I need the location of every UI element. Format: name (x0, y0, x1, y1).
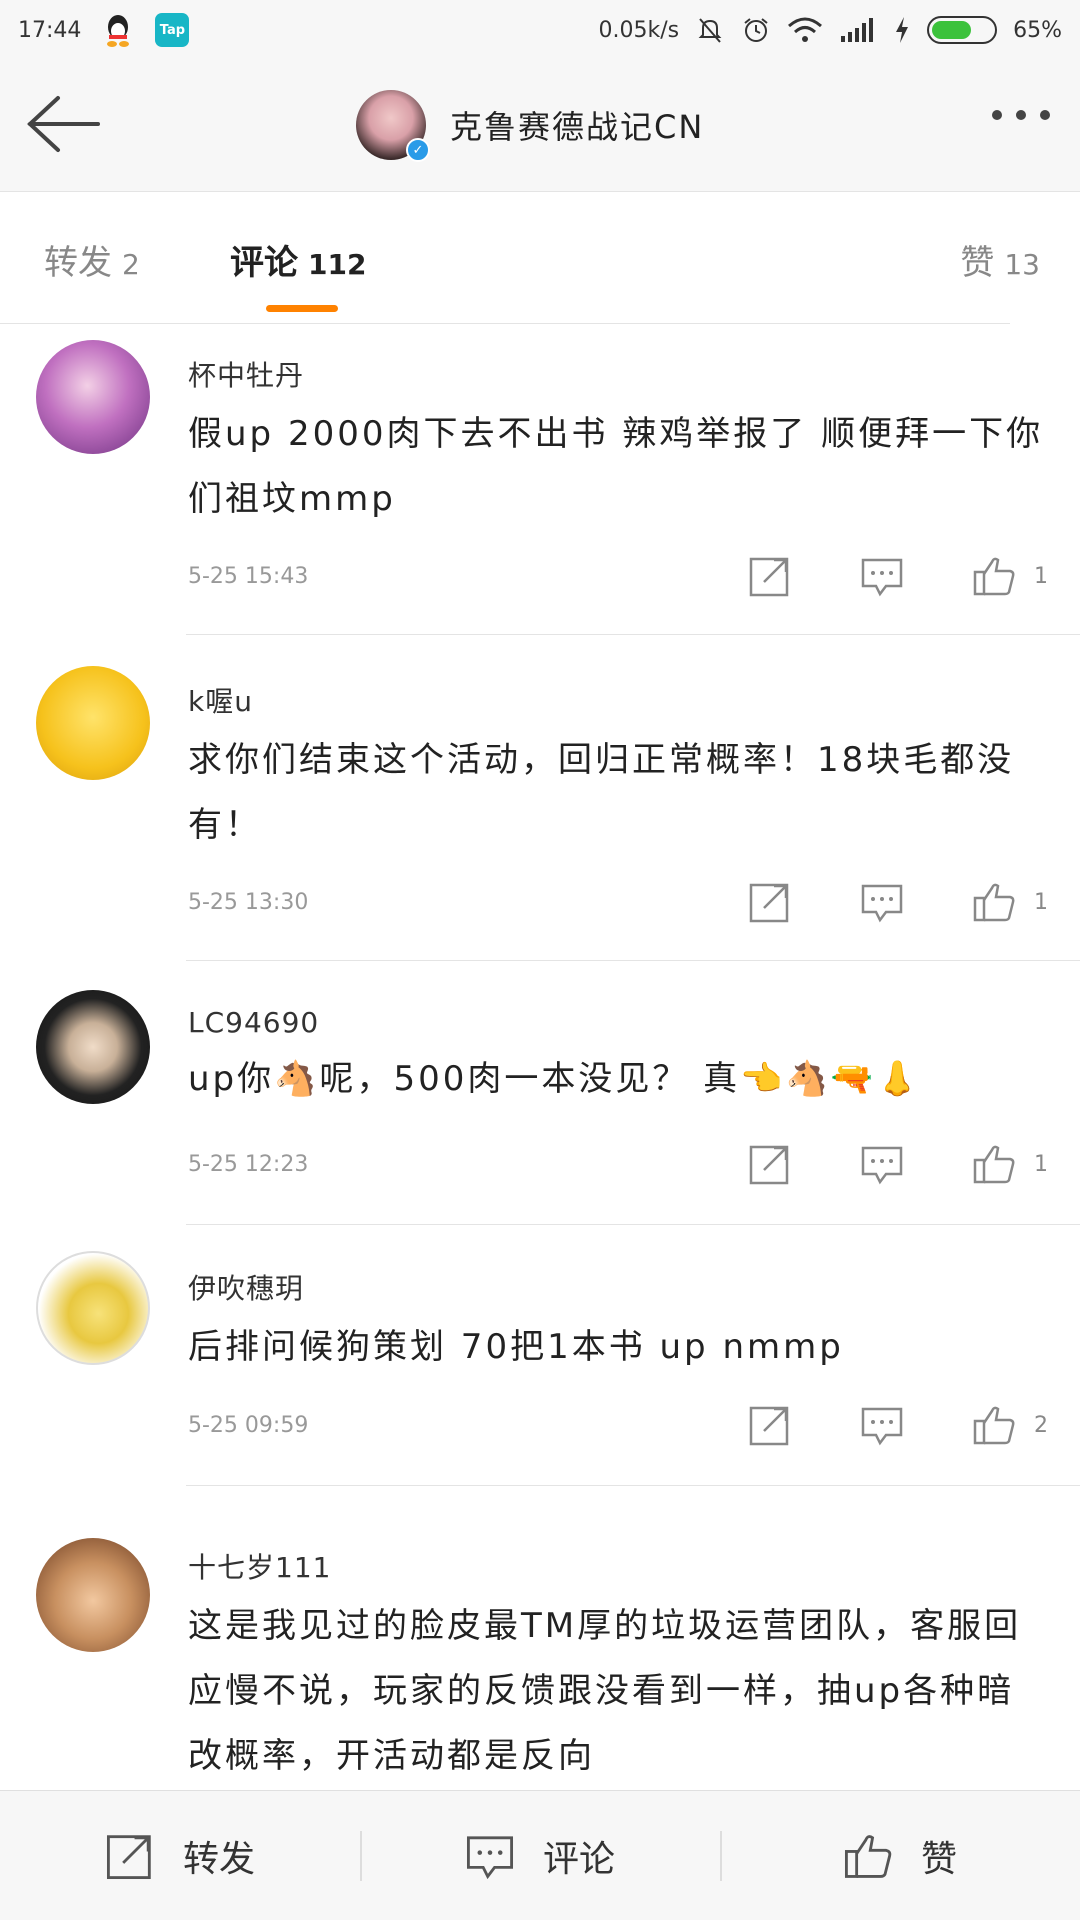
comment-label: 评论 (542, 1838, 615, 1880)
tab-like[interactable]: 赞 13 (960, 235, 1040, 284)
header-bar: ✓ 克鲁赛德战记CN (0, 60, 1080, 192)
comment-item: LC94690 up你🐴呢，500肉一本没见？ 真👈🐴🔫👃 5-25 12:23… (0, 976, 1080, 1237)
share-icon[interactable] (748, 880, 792, 924)
thumbs-up-icon[interactable] (972, 1142, 1016, 1186)
avatar[interactable] (36, 1251, 150, 1365)
thumbs-up-icon[interactable] (972, 554, 1016, 598)
wifi-icon (788, 17, 823, 42)
more-button[interactable] (992, 110, 1050, 120)
thumbs-up-icon[interactable] (972, 880, 1016, 924)
comment-item: k喔u 求你们结束这个活动，回归正常概率！18块毛都没有！ 5-25 13:30… (0, 650, 1080, 976)
comment-icon (466, 1835, 513, 1879)
comment-icon[interactable] (860, 1403, 904, 1447)
more-dots-icon (992, 110, 1002, 120)
comment-text: 求你们结束这个活动，回归正常概率！18块毛都没有！ (188, 740, 1015, 845)
thumbs-up-icon (844, 1834, 892, 1878)
comment-username[interactable]: 十七岁111 (188, 1546, 1050, 1586)
page-title: 克鲁赛德战记CN (450, 108, 705, 146)
charging-icon (896, 17, 909, 43)
comment-time: 5-25 09:59 (188, 1413, 309, 1438)
repost-label: 转发 (182, 1838, 255, 1880)
account-avatar[interactable]: ✓ (356, 90, 430, 162)
share-icon[interactable] (748, 554, 792, 598)
share-icon (106, 1834, 151, 1879)
avatar[interactable] (36, 340, 150, 454)
comment-username[interactable]: 伊吹穗玥 (188, 1267, 1050, 1307)
like-button[interactable]: 赞 (720, 1791, 1080, 1920)
comment-text: 后排问候狗策划 70把1本书 up nmmp (188, 1327, 844, 1367)
comment-item: 伊吹穗玥 后排问候狗策划 70把1本书 up nmmp 5-25 09:59 2 (0, 1237, 1080, 1498)
arrow-left-icon (27, 96, 100, 152)
status-time: 17:44 (18, 17, 82, 43)
thumbs-up-icon[interactable] (972, 1403, 1016, 1447)
signal-icon (841, 18, 874, 42)
like-count: 2 (1034, 1412, 1048, 1438)
alarm-icon (744, 18, 768, 42)
like-count: 1 (1034, 889, 1048, 915)
comment-item: 十七岁111 这是我见过的脸皮最TM厚的垃圾运营团队，客服回应慢不说，玩家的反馈… (0, 1498, 1080, 1788)
mute-icon (698, 18, 722, 43)
status-bar: 17:44 Tap 0.05k/s 65% (0, 0, 1080, 60)
comment-time: 5-25 13:30 (188, 890, 309, 915)
like-count: 1 (1034, 1151, 1048, 1177)
comment-divider (186, 1224, 1080, 1225)
comment-item: 杯中牡丹 假up 2000肉下去不出书 辣鸡举报了 顺便拜一下你们祖坟mmp 5… (0, 324, 1080, 650)
comment-text: up你🐴呢，500肉一本没见？ 真👈🐴🔫👃 (188, 1059, 922, 1099)
back-button[interactable] (24, 92, 104, 156)
tab-repost[interactable]: 转发 2 (44, 235, 140, 284)
comment-time: 5-25 15:43 (188, 564, 309, 589)
avatar[interactable] (36, 666, 150, 780)
taptap-icon: Tap (155, 13, 190, 47)
net-speed: 0.05k/s (598, 17, 680, 43)
share-icon[interactable] (748, 1403, 792, 1447)
qq-icon (103, 13, 133, 47)
comment-icon[interactable] (860, 1142, 904, 1186)
comment-text: 这是我见过的脸皮最TM厚的垃圾运营团队，客服回应慢不说，玩家的反馈跟没看到一样，… (188, 1606, 1022, 1776)
tab-comment[interactable]: 评论 112 (230, 235, 366, 284)
avatar[interactable] (36, 1538, 150, 1652)
like-label: 赞 (920, 1838, 957, 1880)
tab-bar: 转发 2 评论 112 赞 13 (0, 193, 1080, 323)
share-icon[interactable] (748, 1142, 792, 1186)
battery-icon (927, 16, 998, 44)
comment-divider (186, 1485, 1080, 1486)
comment-username[interactable]: 杯中牡丹 (188, 354, 1050, 394)
like-count: 1 (1034, 563, 1048, 589)
battery-percent: 65% (1013, 17, 1062, 43)
comment-username[interactable]: k喔u (188, 680, 1050, 720)
comment-text: 假up 2000肉下去不出书 辣鸡举报了 顺便拜一下你们祖坟mmp (188, 414, 1044, 519)
active-tab-indicator (266, 305, 338, 312)
comment-divider (186, 960, 1080, 961)
comment-divider (186, 634, 1080, 635)
repost-button[interactable]: 转发 (0, 1791, 360, 1920)
avatar[interactable] (36, 990, 150, 1104)
comment-username[interactable]: LC94690 (188, 1006, 1050, 1039)
comment-button[interactable]: 评论 (360, 1791, 720, 1920)
verified-badge-icon: ✓ (406, 138, 430, 162)
comment-icon[interactable] (860, 880, 904, 924)
comment-icon[interactable] (860, 554, 904, 598)
comment-time: 5-25 12:23 (188, 1152, 309, 1177)
bottom-action-bar: 转发 评论 赞 (0, 1790, 1080, 1920)
